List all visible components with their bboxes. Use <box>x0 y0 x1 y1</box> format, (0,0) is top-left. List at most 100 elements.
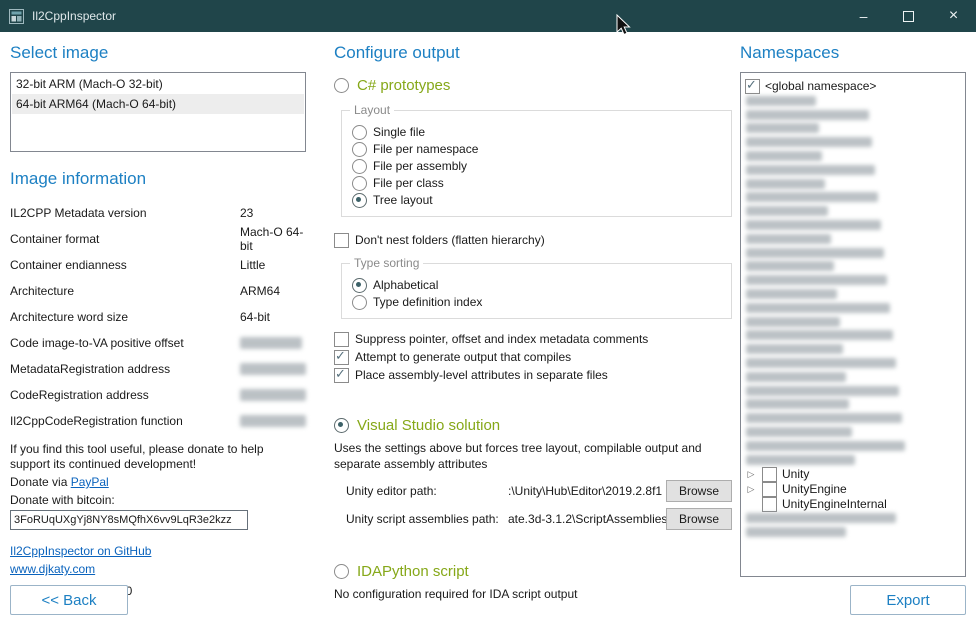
bitcoin-address-input[interactable] <box>10 510 248 530</box>
radio-label: Tree layout <box>373 193 433 207</box>
back-button[interactable]: << Back <box>10 585 128 615</box>
namespace-item-redacted[interactable] <box>745 384 961 398</box>
visual-studio-radio[interactable]: Visual Studio solution <box>334 414 732 436</box>
redacted-value <box>746 220 881 230</box>
close-button[interactable]: × <box>931 0 976 32</box>
namespace-item-redacted[interactable] <box>745 191 961 205</box>
info-label: Architecture word size <box>10 310 240 324</box>
info-row: Code image-to-VA positive offset <box>10 330 306 356</box>
redacted-value <box>746 455 855 465</box>
layout-option[interactable]: File per assembly <box>352 158 721 174</box>
redacted-value <box>746 165 875 175</box>
paypal-link[interactable]: PayPal <box>71 475 109 489</box>
namespace-item-redacted[interactable] <box>745 122 961 136</box>
namespace-item-redacted[interactable] <box>745 425 961 439</box>
namespaces-box[interactable]: <global namespace> ▷Unity▷UnityEngineUnit… <box>740 72 966 577</box>
select-image-header: Select image <box>10 42 306 64</box>
namespace-item-redacted[interactable] <box>745 315 961 329</box>
namespace-item-redacted[interactable] <box>745 370 961 384</box>
output-checkbox[interactable]: Place assembly-level attributes in separ… <box>334 366 732 384</box>
image-list-item[interactable]: 32-bit ARM (Mach-O 32-bit) <box>12 74 304 94</box>
namespace-item-redacted[interactable] <box>745 512 961 526</box>
namespace-item-redacted[interactable] <box>745 342 961 356</box>
unity-script-path-label: Unity script assemblies path: <box>346 512 508 526</box>
flatten-checkbox[interactable]: Don't nest folders (flatten hierarchy) <box>334 231 732 249</box>
info-label: Architecture <box>10 284 240 298</box>
namespace-item-redacted[interactable] <box>745 177 961 191</box>
export-button[interactable]: Export <box>850 585 966 615</box>
checkbox-icon <box>334 233 349 248</box>
close-icon: × <box>949 7 958 25</box>
checkbox-icon <box>762 467 777 482</box>
namespace-item-redacted[interactable] <box>745 94 961 108</box>
namespace-item-redacted[interactable] <box>745 273 961 287</box>
layout-option[interactable]: Tree layout <box>352 192 721 208</box>
minimize-button[interactable]: – <box>841 0 886 32</box>
namespace-item-redacted[interactable] <box>745 163 961 177</box>
redacted-value <box>746 427 852 437</box>
sorting-option[interactable]: Type definition index <box>352 294 721 310</box>
csharp-prototypes-radio[interactable]: C# prototypes <box>334 74 732 96</box>
github-link[interactable]: Il2CppInspector on GitHub <box>10 544 151 558</box>
namespace-item-redacted[interactable] <box>745 108 961 122</box>
namespace-item-redacted[interactable] <box>745 204 961 218</box>
namespace-item-redacted[interactable] <box>745 149 961 163</box>
sorting-options: AlphabeticalType definition index <box>352 277 721 310</box>
namespace-item-redacted[interactable] <box>745 525 961 539</box>
csharp-prototypes-label: C# prototypes <box>357 77 450 94</box>
image-listbox[interactable]: 32-bit ARM (Mach-O 32-bit)64-bit ARM64 (… <box>10 72 306 152</box>
namespace-item-redacted[interactable] <box>745 398 961 412</box>
maximize-button[interactable] <box>886 0 931 32</box>
namespace-item-redacted[interactable] <box>745 260 961 274</box>
namespaces-header: Namespaces <box>740 42 966 64</box>
namespace-item-redacted[interactable] <box>745 411 961 425</box>
namespace-item-global[interactable]: <global namespace> <box>745 78 961 94</box>
idapython-radio[interactable]: IDAPython script <box>334 560 732 582</box>
browse-assemblies-button[interactable]: Browse <box>666 508 732 530</box>
layout-option[interactable]: File per namespace <box>352 141 721 157</box>
namespace-item[interactable]: ▷Unity <box>745 467 961 482</box>
expander-icon[interactable]: ▷ <box>745 484 757 495</box>
sorting-option[interactable]: Alphabetical <box>352 277 721 293</box>
maximize-icon <box>903 11 914 22</box>
namespace-item-redacted[interactable] <box>745 218 961 232</box>
radio-icon <box>334 564 349 579</box>
image-list-item[interactable]: 64-bit ARM64 (Mach-O 64-bit) <box>12 94 304 114</box>
checkbox-icon <box>762 482 777 497</box>
redacted-value <box>240 415 306 427</box>
layout-option[interactable]: File per class <box>352 175 721 191</box>
namespace-item-redacted[interactable] <box>745 135 961 149</box>
info-label: Il2CppCodeRegistration function <box>10 414 240 428</box>
info-value: Mach-O 64-bit <box>240 225 306 253</box>
namespace-item-redacted[interactable] <box>745 232 961 246</box>
app-window: Il2CppInspector – × Select image 32-bit … <box>0 0 976 623</box>
info-value: 23 <box>240 206 253 220</box>
namespace-item-redacted[interactable] <box>745 453 961 467</box>
donate-via-label: Donate via <box>10 475 71 489</box>
redacted-value <box>746 372 846 382</box>
expander-icon[interactable]: ▷ <box>745 469 757 480</box>
redacted-value <box>746 386 899 396</box>
namespace-item[interactable]: UnityEngineInternal <box>745 497 961 512</box>
namespace-item-redacted[interactable] <box>745 287 961 301</box>
output-checkbox[interactable]: Attempt to generate output that compiles <box>334 348 732 366</box>
namespace-item-redacted[interactable] <box>745 356 961 370</box>
output-checkboxes: Suppress pointer, offset and index metad… <box>334 330 732 384</box>
browse-editor-button[interactable]: Browse <box>666 480 732 502</box>
namespace-item-redacted[interactable] <box>745 439 961 453</box>
namespace-item[interactable]: ▷UnityEngine <box>745 482 961 497</box>
type-sorting-group-title: Type sorting <box>350 256 423 270</box>
redacted-value <box>746 441 905 451</box>
output-checkbox[interactable]: Suppress pointer, offset and index metad… <box>334 330 732 348</box>
website-link[interactable]: www.djkaty.com <box>10 562 95 576</box>
layout-option[interactable]: Single file <box>352 124 721 140</box>
info-row: IL2CPP Metadata version23 <box>10 200 306 226</box>
title-bar[interactable]: Il2CppInspector – × <box>0 0 976 32</box>
layout-group-title: Layout <box>350 103 394 117</box>
namespace-item-redacted[interactable] <box>745 329 961 343</box>
namespace-item-redacted[interactable] <box>745 301 961 315</box>
visual-studio-label: Visual Studio solution <box>357 417 500 434</box>
radio-icon <box>334 418 349 433</box>
namespace-item-redacted[interactable] <box>745 246 961 260</box>
select-image-panel: Select image 32-bit ARM (Mach-O 32-bit)6… <box>10 42 306 623</box>
